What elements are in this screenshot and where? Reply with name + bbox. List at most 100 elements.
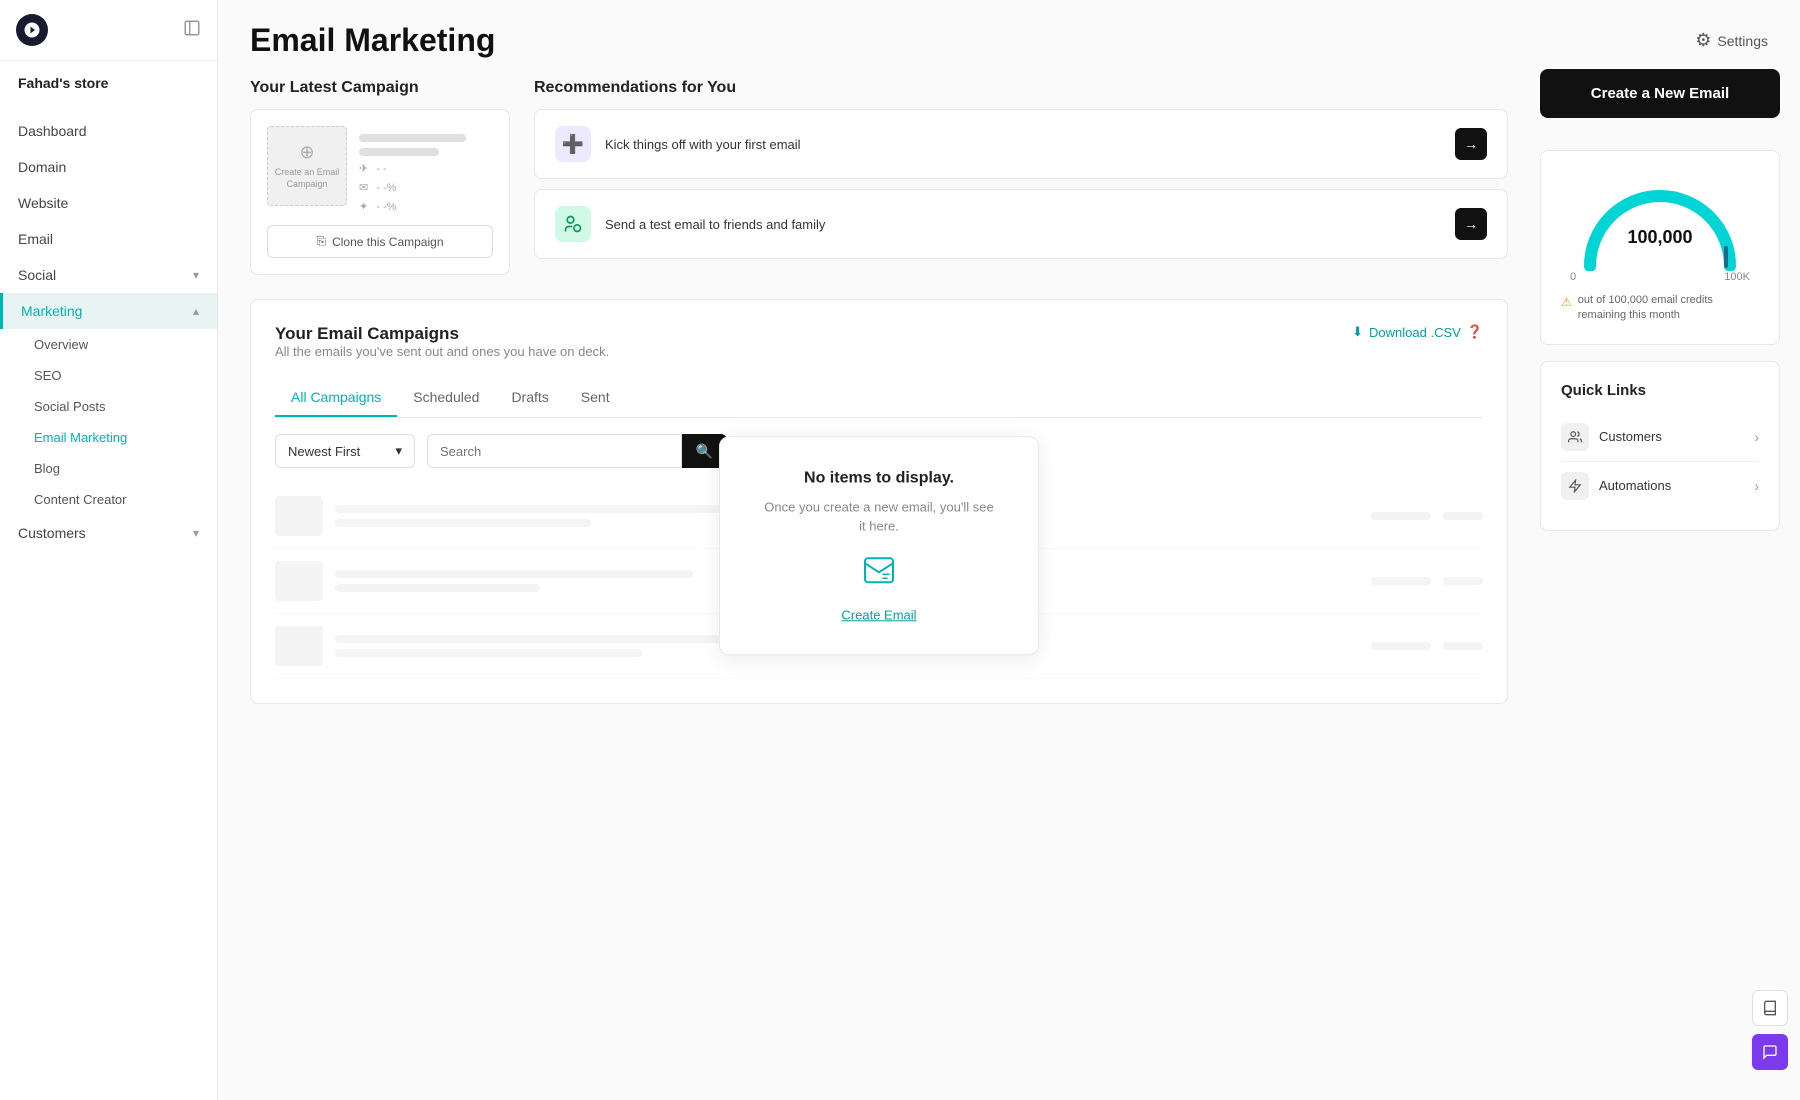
gauge-min: 0 bbox=[1570, 271, 1576, 283]
sidebar: Fahad's store Dashboard Domain Website E… bbox=[0, 0, 218, 1100]
sidebar-item-domain[interactable]: Domain bbox=[0, 149, 217, 185]
no-items-popup: No items to display. Once you create a n… bbox=[719, 436, 1039, 655]
sidebar-subitem-email-marketing[interactable]: Email Marketing bbox=[0, 422, 217, 453]
search-input[interactable] bbox=[427, 434, 682, 468]
sidebar-subitem-blog[interactable]: Blog bbox=[0, 453, 217, 484]
bottom-right-icons bbox=[1752, 990, 1788, 1070]
customers-nav-label: Customers bbox=[18, 525, 86, 541]
sidebar-collapse-icon[interactable] bbox=[183, 19, 201, 42]
recommendation-item-0[interactable]: ➕ Kick things off with your first email … bbox=[534, 109, 1508, 179]
chevron-down-icon-sort: ▾ bbox=[395, 443, 402, 459]
create-new-email-button[interactable]: Create a New Email bbox=[1540, 69, 1780, 118]
star-icon: ✦ bbox=[359, 200, 368, 213]
page-header: Email Marketing ⚙ Settings bbox=[218, 0, 1800, 69]
recommendation-text-0: Kick things off with your first email bbox=[605, 137, 1441, 152]
campaigns-tabs: All Campaigns Scheduled Drafts Sent bbox=[275, 379, 1483, 418]
campaign-preview-label: Create an Email Campaign bbox=[268, 167, 346, 190]
sidebar-item-social[interactable]: Social ▾ bbox=[0, 257, 217, 293]
download-csv-button[interactable]: ⬇ Download .CSV ❓ bbox=[1352, 324, 1483, 340]
recommendation-icon-0: ➕ bbox=[555, 126, 591, 162]
search-icon: 🔍 bbox=[696, 443, 713, 459]
credits-gauge: 100,000 bbox=[1570, 171, 1750, 271]
gear-icon: ⚙ bbox=[1695, 30, 1711, 51]
marketing-label: Marketing bbox=[21, 303, 82, 319]
sidebar-subitem-overview[interactable]: Overview bbox=[0, 329, 217, 360]
stat-bar-2 bbox=[359, 148, 439, 156]
gauge-max: 100K bbox=[1724, 271, 1750, 283]
chevron-down-icon-customers: ▾ bbox=[193, 526, 199, 540]
stat-line-1: ✈ - - bbox=[359, 162, 493, 175]
stat-bar-1 bbox=[359, 134, 466, 142]
sidebar-item-email[interactable]: Email bbox=[0, 221, 217, 257]
campaign-preview: ⊕ Create an Email Campaign bbox=[267, 126, 347, 206]
recommendation-item-1[interactable]: Send a test email to friends and family … bbox=[534, 189, 1508, 259]
campaigns-title: Your Email Campaigns bbox=[275, 324, 609, 344]
automations-icon bbox=[1561, 472, 1589, 500]
quick-links-title: Quick Links bbox=[1561, 382, 1759, 399]
svg-text:100,000: 100,000 bbox=[1627, 227, 1692, 247]
website-label: Website bbox=[18, 195, 68, 211]
chevron-right-icon-automations: › bbox=[1754, 478, 1759, 494]
campaigns-header-left: Your Email Campaigns All the emails you'… bbox=[275, 324, 609, 375]
store-name: Fahad's store bbox=[0, 61, 217, 105]
plus-circle-icon: ⊕ bbox=[299, 142, 314, 163]
recommendations-section: Recommendations for You ➕ Kick things of… bbox=[534, 79, 1508, 275]
recommendation-icon-1 bbox=[555, 206, 591, 242]
sidebar-subitem-content-creator[interactable]: Content Creator bbox=[0, 484, 217, 515]
campaign-card: ⊕ Create an Email Campaign ✈ - - bbox=[250, 109, 510, 275]
sidebar-item-dashboard[interactable]: Dashboard bbox=[0, 113, 217, 149]
tab-scheduled[interactable]: Scheduled bbox=[397, 379, 495, 417]
quick-link-customers[interactable]: Customers › bbox=[1561, 413, 1759, 462]
chevron-right-icon-customers: › bbox=[1754, 429, 1759, 445]
campaigns-subtitle: All the emails you've sent out and ones … bbox=[275, 344, 609, 359]
settings-label: Settings bbox=[1717, 33, 1768, 49]
book-icon[interactable] bbox=[1752, 990, 1788, 1026]
sidebar-subitem-social-posts[interactable]: Social Posts bbox=[0, 391, 217, 422]
quick-link-automations-left: Automations bbox=[1561, 472, 1671, 500]
campaign-stats: ✈ - - ✉ - -% ✦ - -% bbox=[359, 126, 493, 213]
sidebar-item-customers[interactable]: Customers ▾ bbox=[0, 515, 217, 551]
send-icon: ✈ bbox=[359, 162, 368, 175]
sort-dropdown[interactable]: Newest First ▾ bbox=[275, 434, 415, 468]
recommendation-arrow-0[interactable]: → bbox=[1455, 128, 1487, 160]
quick-link-automations-label: Automations bbox=[1599, 478, 1671, 493]
sidebar-item-website[interactable]: Website bbox=[0, 185, 217, 221]
recommendation-arrow-1[interactable]: → bbox=[1455, 208, 1487, 240]
quick-link-automations[interactable]: Automations › bbox=[1561, 462, 1759, 510]
right-panel: Create a New Email 100,000 bbox=[1540, 69, 1800, 1100]
stat-line-3: ✦ - -% bbox=[359, 200, 493, 213]
search-box: 🔍 bbox=[427, 434, 727, 468]
sidebar-top bbox=[0, 0, 217, 61]
page-title: Email Marketing bbox=[250, 22, 495, 59]
tab-sent[interactable]: Sent bbox=[565, 379, 626, 417]
create-email-link[interactable]: Create Email bbox=[760, 607, 998, 622]
recommendation-text-1: Send a test email to friends and family bbox=[605, 217, 1441, 232]
campaigns-header: Your Email Campaigns All the emails you'… bbox=[275, 324, 1483, 375]
main-body: Your Latest Campaign ⊕ Create an Email C… bbox=[218, 69, 1800, 1100]
chevron-up-icon: ▴ bbox=[193, 304, 199, 318]
chat-icon[interactable] bbox=[1752, 1034, 1788, 1070]
quick-link-customers-left: Customers bbox=[1561, 423, 1662, 451]
chevron-down-icon: ▾ bbox=[193, 268, 199, 282]
customers-icon bbox=[1561, 423, 1589, 451]
credit-warning: ⚠ out of 100,000 email credits remaining… bbox=[1561, 293, 1759, 324]
email-template-icon bbox=[760, 552, 998, 595]
copy-icon: ⎘ bbox=[316, 234, 326, 249]
sidebar-subitem-seo[interactable]: SEO bbox=[0, 360, 217, 391]
tab-drafts[interactable]: Drafts bbox=[495, 379, 564, 417]
settings-button[interactable]: ⚙ Settings bbox=[1695, 30, 1768, 51]
tab-all-campaigns[interactable]: All Campaigns bbox=[275, 379, 397, 417]
app-logo[interactable] bbox=[16, 14, 48, 46]
no-items-title: No items to display. bbox=[760, 469, 998, 487]
sidebar-item-marketing[interactable]: Marketing ▴ bbox=[0, 293, 217, 329]
gauge-container: 100,000 0 100K bbox=[1561, 171, 1759, 283]
quick-links-card: Quick Links Customers › bbox=[1540, 361, 1780, 531]
sidebar-nav: Dashboard Domain Website Email Social ▾ … bbox=[0, 105, 217, 1100]
main-content: Email Marketing ⚙ Settings Your Latest C… bbox=[218, 0, 1800, 1100]
latest-campaign-section: Your Latest Campaign ⊕ Create an Email C… bbox=[250, 79, 510, 275]
right-panel-top: Create a New Email bbox=[1540, 69, 1780, 134]
clone-campaign-button[interactable]: ⎘ Clone this Campaign bbox=[267, 225, 493, 258]
social-label: Social bbox=[18, 267, 56, 283]
campaign-inner: ⊕ Create an Email Campaign ✈ - - bbox=[267, 126, 493, 213]
campaigns-section: Your Email Campaigns All the emails you'… bbox=[250, 299, 1508, 704]
